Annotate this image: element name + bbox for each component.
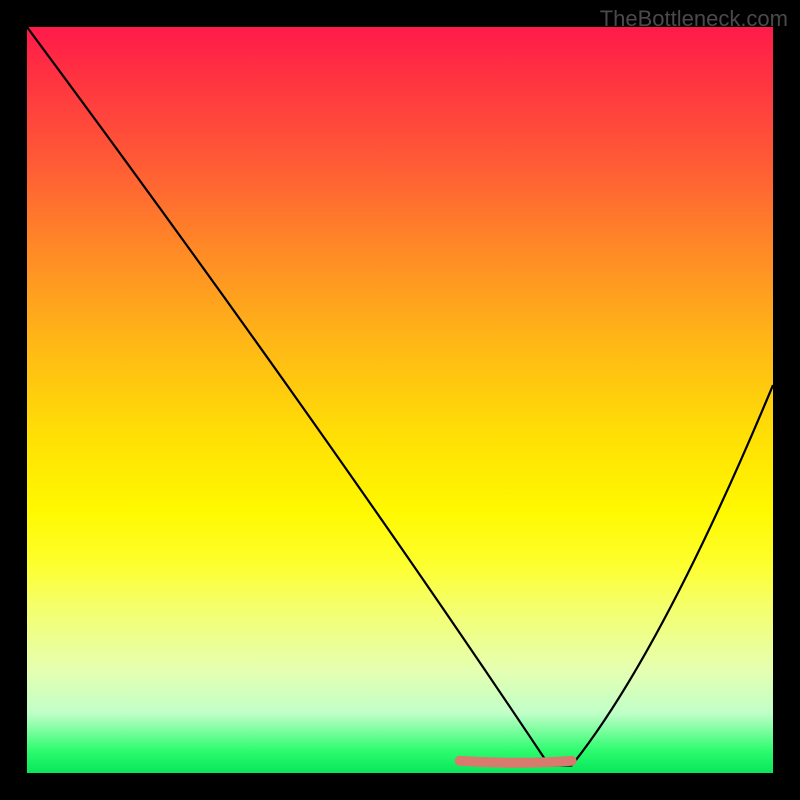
chart-plot-area — [27, 27, 773, 773]
watermark-text: TheBottleneck.com — [600, 6, 788, 32]
flat-region-marker — [460, 761, 572, 763]
chart-svg — [27, 27, 773, 773]
bottleneck-curve — [27, 27, 773, 766]
